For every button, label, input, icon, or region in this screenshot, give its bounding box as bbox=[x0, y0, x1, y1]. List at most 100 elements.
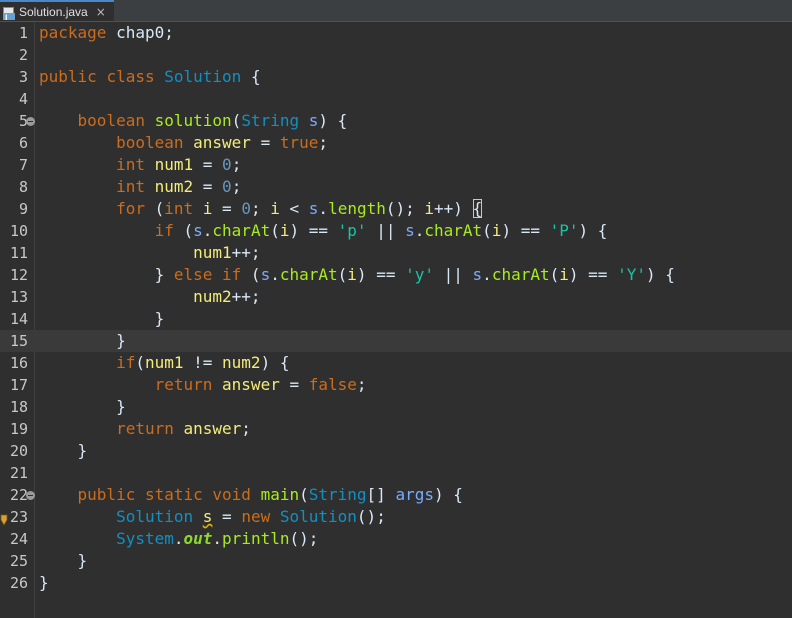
code-token: ( bbox=[549, 265, 560, 284]
code-line[interactable]: 21 bbox=[0, 462, 792, 484]
code-text: } bbox=[39, 572, 49, 594]
code-token: . bbox=[318, 199, 329, 218]
code-token: int bbox=[116, 155, 145, 174]
code-token: ( bbox=[482, 221, 492, 240]
line-number: 13 bbox=[9, 288, 28, 306]
code-token: num2 bbox=[193, 287, 232, 306]
code-token: 0 bbox=[241, 199, 251, 218]
code-token: if bbox=[116, 353, 136, 372]
fold-toggle-icon[interactable] bbox=[26, 117, 35, 126]
code-token: < bbox=[279, 199, 309, 218]
code-token: charAt bbox=[279, 265, 338, 284]
code-token: ) { bbox=[318, 111, 348, 130]
code-token: new bbox=[241, 507, 271, 526]
code-line[interactable]: 8 int num2 = 0; bbox=[0, 176, 792, 198]
code-text: int num2 = 0; bbox=[39, 176, 241, 198]
close-icon[interactable]: × bbox=[96, 5, 106, 19]
code-token: . bbox=[202, 221, 213, 240]
code-token: int bbox=[116, 177, 145, 196]
line-number: 20 bbox=[9, 442, 28, 460]
unused-variable-token: s bbox=[202, 507, 213, 526]
code-token: [] bbox=[366, 485, 396, 504]
code-token: s bbox=[308, 111, 319, 130]
code-token: ; bbox=[231, 155, 242, 174]
code-token: 'P' bbox=[549, 221, 579, 240]
code-token: chap0; bbox=[106, 23, 174, 42]
code-line[interactable]: 22 public static void main(String[] args… bbox=[0, 484, 792, 506]
code-line[interactable]: 10 if (s.charAt(i) == 'p' || s.charAt(i)… bbox=[0, 220, 792, 242]
code-token: i bbox=[491, 221, 502, 240]
code-token: void bbox=[212, 485, 251, 504]
code-token: ) { bbox=[645, 265, 675, 284]
code-line[interactable]: 24 System.out.println(); bbox=[0, 528, 792, 550]
code-text: Solution s = new Solution(); bbox=[39, 506, 386, 528]
code-line[interactable]: 23 Solution s = new Solution(); bbox=[0, 506, 792, 528]
line-number: 17 bbox=[9, 376, 28, 394]
code-line[interactable]: 12 } else if (s.charAt(i) == 'y' || s.ch… bbox=[0, 264, 792, 286]
code-token: = bbox=[212, 199, 242, 218]
code-line[interactable]: 11 num1++; bbox=[0, 242, 792, 264]
code-line[interactable]: 15 } bbox=[0, 330, 792, 352]
code-line[interactable]: 17 return answer = false; bbox=[0, 374, 792, 396]
line-number: 10 bbox=[9, 222, 28, 240]
fold-toggle-icon[interactable] bbox=[26, 491, 35, 500]
code-token: boolean bbox=[77, 111, 145, 130]
code-line[interactable]: 7 int num1 = 0; bbox=[0, 154, 792, 176]
tab-title: Solution.java bbox=[19, 4, 88, 19]
code-token: int bbox=[164, 199, 194, 218]
line-number: 24 bbox=[9, 530, 28, 548]
code-line[interactable]: 14 } bbox=[0, 308, 792, 330]
code-token: ( bbox=[299, 485, 309, 504]
code-token: { bbox=[241, 67, 261, 86]
code-line[interactable]: 5 boolean solution(String s) { bbox=[0, 110, 792, 132]
code-line[interactable]: 9 for (int i = 0; i < s.length(); i++) { bbox=[0, 198, 792, 220]
code-line[interactable]: 13 num2++; bbox=[0, 286, 792, 308]
code-token: charAt bbox=[491, 265, 550, 284]
code-line[interactable]: 18 } bbox=[0, 396, 792, 418]
code-token: i bbox=[202, 199, 213, 218]
code-line[interactable]: 20 } bbox=[0, 440, 792, 462]
code-line[interactable]: 4 bbox=[0, 88, 792, 110]
line-number: 11 bbox=[9, 244, 28, 262]
code-line[interactable]: 3 public class Solution { bbox=[0, 66, 792, 88]
code-line[interactable]: 1 package chap0; bbox=[0, 22, 792, 44]
line-number: 16 bbox=[9, 354, 28, 372]
code-token: i bbox=[424, 199, 435, 218]
code-token: } bbox=[39, 573, 49, 592]
code-token: ( bbox=[270, 221, 280, 240]
code-token: answer bbox=[193, 133, 251, 152]
code-line[interactable]: 16 if(num1 != num2) { bbox=[0, 352, 792, 374]
code-token: i bbox=[559, 265, 569, 284]
code-line[interactable]: 6 boolean answer = true; bbox=[0, 132, 792, 154]
code-token: String bbox=[241, 111, 300, 130]
code-token: s bbox=[405, 221, 415, 240]
warning-icon[interactable] bbox=[0, 511, 9, 526]
code-token: ( bbox=[135, 353, 145, 372]
code-text: num2++; bbox=[39, 286, 260, 308]
code-token: } bbox=[154, 309, 165, 328]
code-token: (); bbox=[289, 529, 319, 548]
java-file-icon: J bbox=[3, 5, 15, 22]
code-token: ( bbox=[241, 265, 261, 284]
code-text: System.out.println(); bbox=[39, 528, 318, 550]
code-line[interactable]: 25 } bbox=[0, 550, 792, 572]
code-line[interactable]: 2 bbox=[0, 44, 792, 66]
code-editor[interactable]: 1 package chap0; 2 3 public class Solution {… bbox=[0, 22, 792, 618]
code-token: answer bbox=[222, 375, 280, 394]
code-line[interactable]: 26} bbox=[0, 572, 792, 594]
code-text: if (s.charAt(i) == 'p' || s.charAt(i) ==… bbox=[39, 220, 608, 242]
code-token: public bbox=[39, 67, 97, 86]
code-token: = bbox=[250, 133, 280, 152]
code-token: 0 bbox=[222, 155, 232, 174]
code-line[interactable]: 19 return answer; bbox=[0, 418, 792, 440]
code-token: charAt bbox=[212, 221, 271, 240]
tab-solution-java[interactable]: J Solution.java × bbox=[0, 0, 114, 22]
line-number: 9 bbox=[18, 200, 28, 218]
code-token: charAt bbox=[424, 221, 483, 240]
